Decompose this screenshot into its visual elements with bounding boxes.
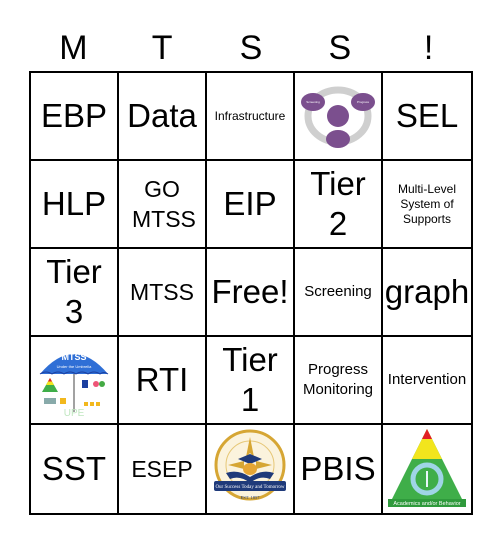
bingo-cell[interactable]: Screening [295,249,383,337]
cell-text: SEL [395,97,459,134]
cell-text: HLP [41,185,107,222]
svg-text:EST. 1857: EST. 1857 [241,495,261,500]
cell-text: Tier 3 [46,253,102,330]
bingo-cell[interactable]: Progress Monitoring [295,337,383,425]
bingo-cell[interactable]: SEL [383,73,471,161]
cell-text: Progress Monitoring [302,361,374,398]
cell-text: RTI [135,361,189,398]
mtss-umbrella-icon: MTSS Under the Umbrella UPE [34,340,114,420]
cell-text: MTSS [130,279,194,305]
svg-text:Under the Umbrella: Under the Umbrella [57,364,92,369]
bingo-header: M T S S ! [29,26,473,70]
header-letter: S [328,29,352,67]
cell-text: EIP [223,185,277,222]
cell-text: Data [127,97,197,134]
svg-text:Academics and/or Behavior: Academics and/or Behavior [393,501,460,507]
cell-text: Infrastructure [214,108,286,123]
cell-text: PBIS [300,450,376,487]
bingo-grid: EBP Data Infrastructure Screening Progress SE… [29,71,473,515]
svg-text:Progress: Progress [357,100,370,104]
bingo-cell[interactable]: Tier 1 [207,337,295,425]
bingo-cell[interactable]: MTSS [119,249,207,337]
school-district-seal-icon: Our Success Today and Tomorrow EST. 1857 [208,427,292,511]
svg-text:MTSS: MTSS [61,352,86,362]
header-letter: T [151,29,173,67]
svg-text:Our Success Today and Tomorrow: Our Success Today and Tomorrow [215,485,284,490]
bingo-cell[interactable]: RTI [119,337,207,425]
bingo-cell-image[interactable]: Screening Progress [295,73,383,161]
cell-text: SST [41,450,107,487]
cell-text: EBP [40,97,108,134]
mtss-cycle-diagram-icon: Screening Progress [298,81,378,151]
cell-text: Free! [211,273,289,310]
svg-text:Screening: Screening [306,100,320,104]
bingo-cell[interactable]: Data [119,73,207,161]
bingo-cell[interactable]: HLP [31,161,119,249]
bingo-cell[interactable]: ESEP [119,425,207,513]
cell-text: graph [384,273,470,310]
cell-text: Tier 1 [222,341,278,418]
cell-text: Screening [304,283,372,300]
bingo-cell[interactable]: PBIS [295,425,383,513]
cell-text: Tier 2 [310,165,366,242]
bingo-cell[interactable]: Tier 3 [31,249,119,337]
bingo-cell[interactable]: EBP [31,73,119,161]
bingo-cell[interactable]: EIP [207,161,295,249]
bingo-cell[interactable]: graph [383,249,471,337]
header-letter: M [59,29,88,67]
header-letter: S [239,29,263,67]
bingo-cell-image[interactable]: Our Success Today and Tomorrow EST. 1857 [207,425,295,513]
cell-text: Intervention [387,371,467,388]
bingo-cell[interactable]: Tier 2 [295,161,383,249]
bingo-cell[interactable]: Intervention [383,337,471,425]
svg-text:UPE: UPE [64,408,85,419]
bingo-cell[interactable]: GO MTSS [119,161,207,249]
cell-text: Multi-Level System of Supports [397,181,457,226]
header-letter: ! [423,29,434,67]
bingo-cell[interactable]: SST [31,425,119,513]
free-space-cell[interactable]: Free! [207,249,295,337]
cell-text: GO MTSS [132,176,196,232]
tiered-pyramid-icon: Academics and/or Behavior [386,427,468,511]
cell-text: ESEP [131,456,193,482]
bingo-cell[interactable]: Multi-Level System of Supports [383,161,471,249]
bingo-cell-image[interactable]: MTSS Under the Umbrella UPE [31,337,119,425]
bingo-cell[interactable]: Infrastructure [207,73,295,161]
bingo-cell-image[interactable]: Academics and/or Behavior [383,425,471,513]
